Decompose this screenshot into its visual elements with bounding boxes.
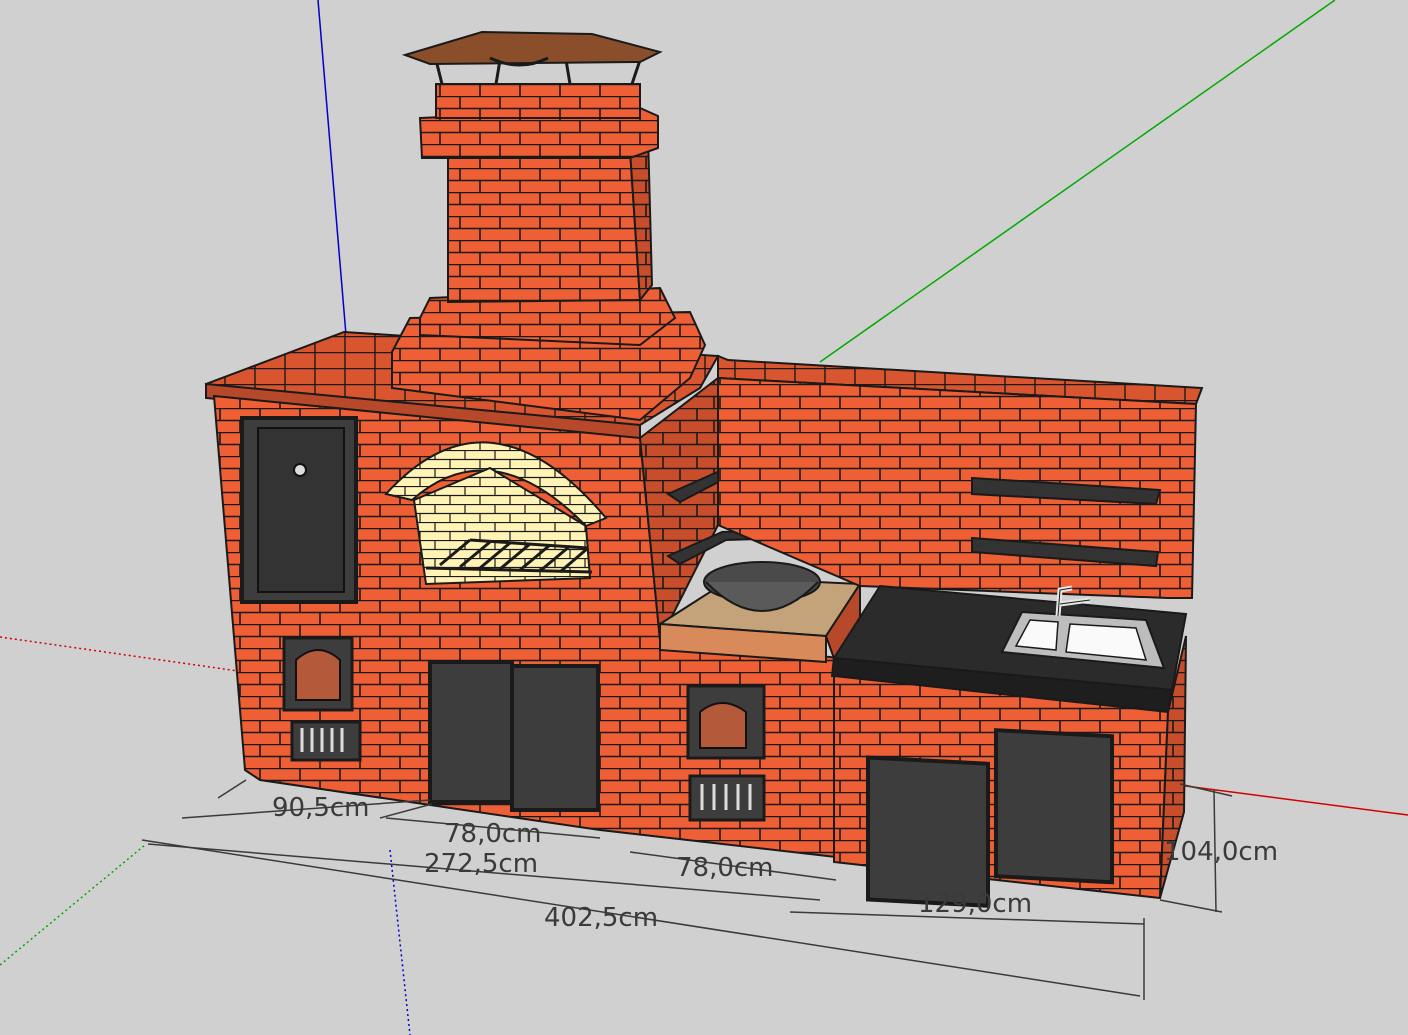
dim-78-0-b: 78,0cm xyxy=(676,853,774,883)
blue-axis xyxy=(317,0,347,336)
blue-axis-hidden xyxy=(389,849,411,1035)
dim-78-0-a: 78,0cm xyxy=(444,819,542,849)
cabinet-door-right xyxy=(994,728,1114,885)
red-axis xyxy=(1177,784,1408,816)
chimney-top-block xyxy=(435,83,641,119)
chimney-cap xyxy=(401,30,663,66)
dim-129-0: 129,0cm xyxy=(918,889,1032,919)
dim-104-0: 104,0cm xyxy=(1164,837,1278,867)
dim-90-5: 90,5cm xyxy=(272,793,370,823)
cabinet-door-left xyxy=(866,755,990,908)
chimney-shaft xyxy=(447,148,642,304)
green-axis xyxy=(819,0,1336,363)
green-axis-hidden xyxy=(0,844,146,966)
dim-272-5: 272,5cm xyxy=(424,849,538,879)
storage-door-center-left xyxy=(428,660,514,804)
red-axis-hidden xyxy=(0,636,246,673)
door-knob-icon xyxy=(293,463,307,477)
storage-door-center-right xyxy=(510,664,600,812)
dim-402-5: 402,5cm xyxy=(544,903,658,933)
3d-model-viewport[interactable]: 90,5cm 78,0cm 272,5cm 78,0cm 402,5cm 129… xyxy=(0,0,1408,1035)
